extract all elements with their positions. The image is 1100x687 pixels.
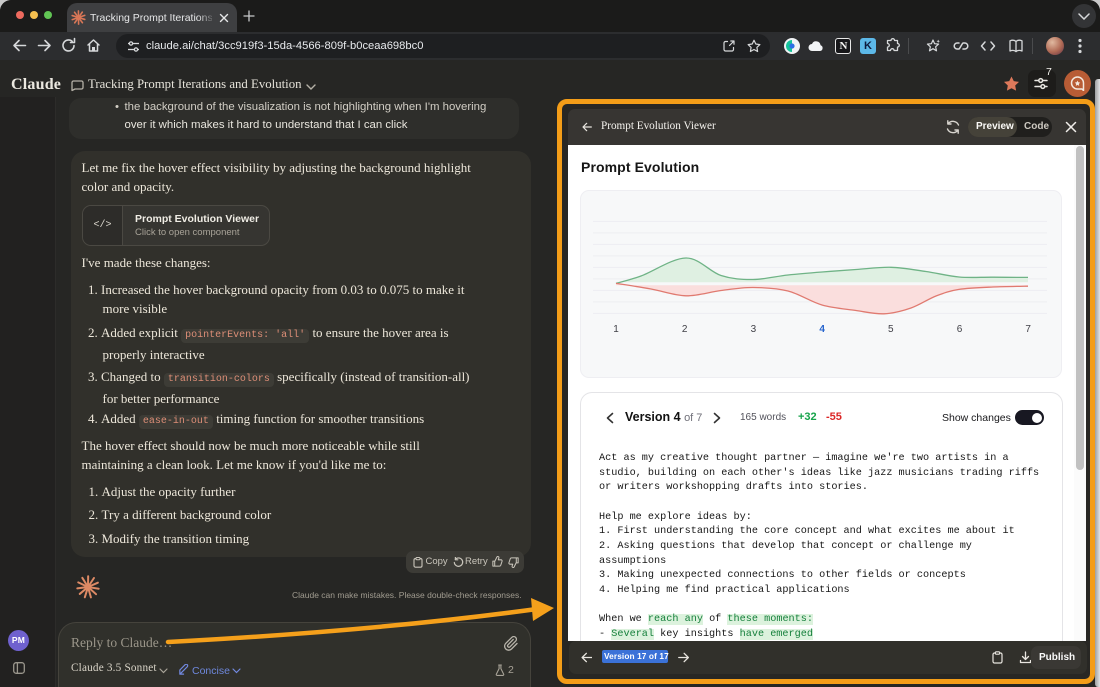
svg-text:5: 5 (888, 324, 894, 335)
svg-text:2: 2 (682, 324, 688, 335)
svg-text:3: 3 (751, 324, 757, 335)
svg-text:4: 4 (819, 324, 825, 335)
svg-text:6: 6 (957, 324, 963, 335)
svg-text:1: 1 (613, 324, 619, 335)
svg-text:7: 7 (1025, 324, 1031, 335)
